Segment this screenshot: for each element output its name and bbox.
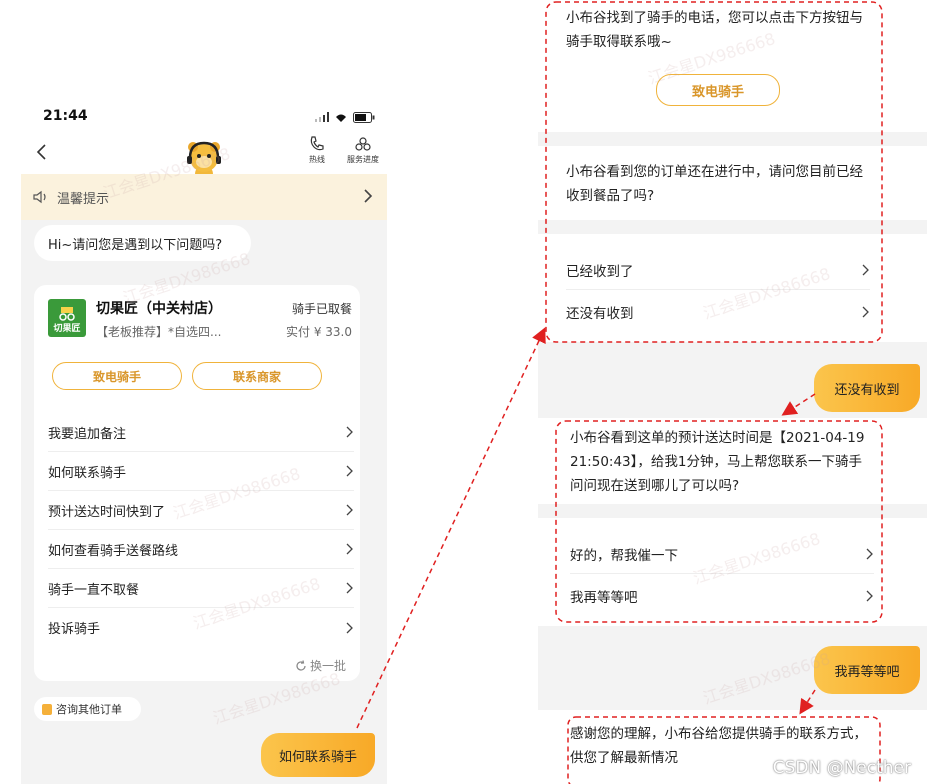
bot-message-text: 小布谷找到了骑手的电话，您可以点击下方按钮与骑手取得联系哦~ bbox=[566, 10, 863, 50]
faq-item-label: 预计送达时间快到了 bbox=[48, 504, 166, 520]
right-phone-screen: 小布谷找到了骑手的电话，您可以点击下方按钮与骑手取得联系哦~ 致电骑手 小布谷看… bbox=[538, 0, 927, 784]
option-label: 好的，帮我催一下 bbox=[570, 547, 678, 564]
option-wait[interactable]: 我再等等吧 bbox=[570, 576, 874, 616]
option-received[interactable]: 已经收到了 bbox=[566, 250, 870, 290]
chevron-right-icon bbox=[346, 426, 353, 438]
order-item-summary: 【老板推荐】*自选四... bbox=[96, 325, 222, 339]
faq-item-label: 如何查看骑手送餐路线 bbox=[48, 543, 179, 559]
hotline-button[interactable]: 热线 bbox=[297, 136, 337, 172]
chevron-right-icon bbox=[346, 622, 353, 633]
chevron-right-icon bbox=[862, 306, 869, 318]
service-progress-label: 服务进度 bbox=[347, 155, 379, 164]
consult-other-orders-label: 咨询其他订单 bbox=[56, 703, 122, 716]
bot-message-text: 小布谷看到您的订单还在进行中，请问您目前已经收到餐品了吗? bbox=[566, 164, 863, 204]
status-bar: 21:44 bbox=[21, 100, 387, 136]
user-reply-bubble: 我再等等吧 bbox=[814, 646, 920, 694]
user-reply-bubble: 还没有收到 bbox=[814, 364, 920, 412]
shop-logo: 切果匠 bbox=[48, 299, 86, 337]
faq-item-label: 骑手一直不取餐 bbox=[48, 582, 140, 598]
faq-item-label: 我要追加备注 bbox=[48, 426, 127, 442]
faq-item[interactable]: 我要追加备注 bbox=[48, 413, 354, 452]
chevron-right-icon bbox=[364, 189, 373, 203]
refresh-icon bbox=[296, 659, 306, 671]
chevron-right-icon bbox=[862, 264, 869, 275]
bot-message-card: 小布谷找到了骑手的电话，您可以点击下方按钮与骑手取得联系哦~ 致电骑手 bbox=[538, 0, 927, 132]
notice-bar[interactable]: 温馨提示 bbox=[21, 174, 387, 220]
back-chevron-icon[interactable] bbox=[29, 140, 53, 164]
service-progress-button[interactable]: 服务进度 bbox=[343, 136, 383, 172]
glasses-mascot-icon bbox=[59, 307, 75, 321]
chevron-right-icon bbox=[346, 504, 353, 516]
option-list-card: 好的，帮我催一下 我再等等吧 bbox=[538, 518, 927, 626]
order-status: 骑手已取餐 bbox=[291, 302, 352, 316]
speaker-icon bbox=[33, 190, 46, 204]
bot-message-card: 小布谷看到您的订单还在进行中，请问您目前已经收到餐品了吗? bbox=[538, 146, 927, 220]
option-label: 还没有收到 bbox=[566, 306, 634, 322]
user-message-bubble: 如何联系骑手 bbox=[261, 733, 375, 777]
status-time: 21:44 bbox=[43, 108, 88, 124]
option-label: 我再等等吧 bbox=[570, 590, 638, 606]
option-not-received[interactable]: 还没有收到 bbox=[566, 292, 870, 332]
chevron-right-icon bbox=[866, 590, 873, 602]
order-card: 切果匠 切果匠（中关村店） 【老板推荐】*自选四... 骑手已取餐 实付 ¥ 3… bbox=[34, 285, 360, 681]
progress-icon bbox=[355, 137, 371, 151]
faq-item[interactable]: 如何联系骑手 bbox=[48, 452, 354, 491]
chevron-right-icon bbox=[346, 543, 353, 555]
consult-other-orders-button[interactable]: 咨询其他订单 bbox=[34, 697, 141, 721]
hotline-label: 热线 bbox=[309, 155, 325, 164]
refresh-label: 换一批 bbox=[309, 659, 346, 673]
notice-text: 温馨提示 bbox=[57, 191, 110, 207]
phone-icon bbox=[310, 136, 324, 151]
order-paid-amount: 实付 ¥ 33.0 bbox=[286, 325, 352, 339]
status-icons bbox=[315, 110, 375, 124]
shop-logo-text: 切果匠 bbox=[53, 324, 81, 334]
csdn-credit: CSDN @Necther bbox=[772, 758, 911, 778]
document-icon bbox=[42, 703, 52, 715]
bot-greeting-bubble: Hi~请问您是遇到以下问题吗? bbox=[34, 225, 251, 261]
battery-icon bbox=[353, 111, 375, 123]
faq-item[interactable]: 投诉骑手 bbox=[48, 608, 354, 647]
option-list-card: 已经收到了 还没有收到 bbox=[538, 234, 927, 342]
contact-merchant-button[interactable]: 联系商家 bbox=[192, 362, 322, 390]
faq-item[interactable]: 骑手一直不取餐 bbox=[48, 569, 354, 608]
call-rider-button[interactable]: 致电骑手 bbox=[52, 362, 182, 390]
left-phone-screen: 21:44 热线 服务进度 温馨提示 Hi~请问您是遇到以下问题吗? 切果匠 切… bbox=[21, 100, 387, 784]
faq-item-label: 如何联系骑手 bbox=[48, 465, 127, 481]
chevron-right-icon bbox=[346, 582, 353, 594]
chevron-right-icon bbox=[346, 465, 353, 477]
faq-item[interactable]: 预计送达时间快到了 bbox=[48, 491, 354, 530]
chevron-right-icon bbox=[866, 548, 873, 559]
bot-message-text: 小布谷看到这单的预计送达时间是【2021-04-19 21:50:43】，给我1… bbox=[570, 430, 865, 494]
nav-bar: 热线 服务进度 bbox=[21, 136, 387, 183]
faq-item-label: 投诉骑手 bbox=[48, 622, 101, 637]
option-urge[interactable]: 好的，帮我催一下 bbox=[570, 534, 874, 574]
refresh-batch-button[interactable]: 换一批 bbox=[295, 657, 346, 674]
option-label: 已经收到了 bbox=[566, 263, 634, 280]
shop-name: 切果匠（中关村店） bbox=[96, 301, 222, 317]
bot-message-card: 小布谷看到这单的预计送达时间是【2021-04-19 21:50:43】，给我1… bbox=[538, 418, 927, 504]
call-rider-button[interactable]: 致电骑手 bbox=[656, 74, 780, 106]
signal-icon bbox=[315, 112, 329, 122]
wifi-icon bbox=[336, 114, 346, 122]
faq-item[interactable]: 如何查看骑手送餐路线 bbox=[48, 530, 354, 569]
